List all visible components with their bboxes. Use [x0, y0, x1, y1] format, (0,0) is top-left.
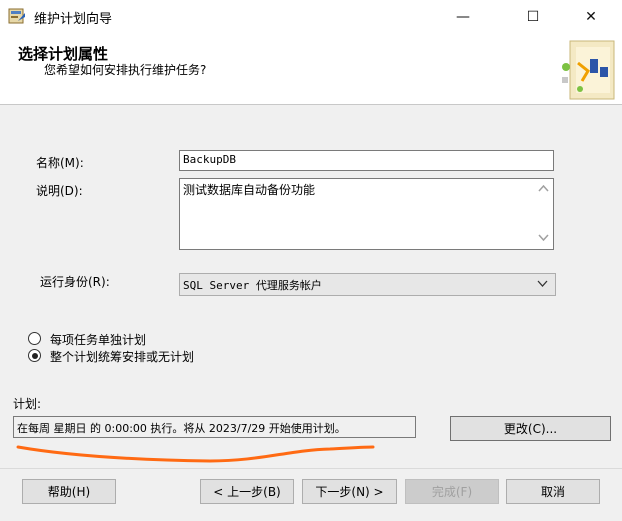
finish-button[interactable]: 完成(F)	[405, 479, 499, 504]
description-label: 说明(D):	[36, 184, 83, 198]
app-icon	[8, 8, 25, 24]
close-button[interactable]: ✕	[568, 0, 614, 33]
page-subtitle: 您希望如何安排执行维护任务?	[44, 63, 207, 77]
scroll-up-icon[interactable]	[538, 184, 549, 192]
wizard-banner-icon	[562, 40, 615, 100]
radio-separate-label: 每项任务单独计划	[50, 333, 147, 347]
name-label: 名称(M):	[36, 156, 84, 170]
runas-selected-value: SQL Server 代理服务帐户	[183, 279, 322, 292]
radio-single-schedule[interactable]	[28, 349, 41, 362]
description-textarea[interactable]: 测试数据库自动备份功能	[179, 178, 554, 250]
window-title: 维护计划向导	[34, 12, 113, 27]
help-button[interactable]: 帮助(H)	[22, 479, 116, 504]
schedule-label: 计划:	[13, 397, 42, 411]
scroll-down-icon[interactable]	[538, 234, 549, 242]
schedule-summary: 在每周 星期日 的 0:00:00 执行。将从 2023/7/29 开始使用计划…	[13, 416, 416, 438]
description-scrollbar[interactable]	[534, 179, 553, 249]
cancel-button[interactable]: 取消	[506, 479, 600, 504]
runas-label: 运行身份(R):	[40, 275, 110, 289]
radio-selected-dot	[31, 352, 38, 359]
previous-button[interactable]: < 上一步(B)	[200, 479, 294, 504]
radio-separate-schedules[interactable]	[28, 332, 41, 345]
runas-dropdown[interactable]: SQL Server 代理服务帐户	[179, 273, 556, 296]
wizard-header: 选择计划属性 您希望如何安排执行维护任务?	[0, 33, 622, 105]
minimize-button[interactable]: —	[440, 0, 486, 33]
next-button[interactable]: 下一步(N) >	[302, 479, 397, 504]
name-input[interactable]: BackupDB	[179, 150, 554, 171]
chevron-down-icon	[537, 280, 548, 287]
change-schedule-button[interactable]: 更改(C)...	[450, 416, 611, 441]
maximize-button[interactable]: ☐	[510, 0, 556, 33]
radio-single-label: 整个计划统筹安排或无计划	[50, 350, 195, 364]
